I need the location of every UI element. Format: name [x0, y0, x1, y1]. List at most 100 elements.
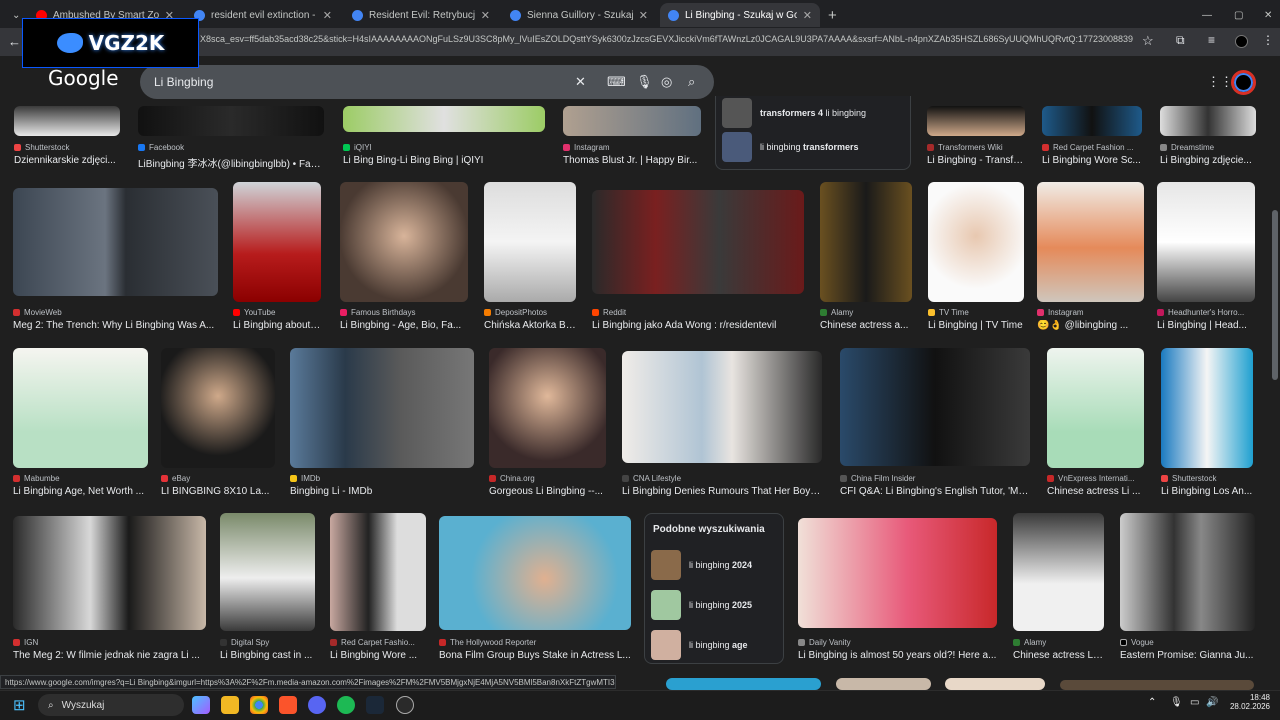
tab-3[interactable]: Resident Evil: Retrybucja - Szuk✕ [344, 3, 498, 27]
image-result[interactable]: Reddit Li Bingbing jako Ada Wong : r/resi… [592, 190, 804, 333]
image-result[interactable]: Digital Spy Li Bingbing cast in ... [220, 513, 315, 666]
image-result[interactable]: Instagram 😊👌 @libingbing ... [1037, 182, 1144, 333]
mic-icon[interactable]: 🎙 [1170, 697, 1183, 708]
image-result[interactable]: Instagram Thomas Blust Jr. | Happy Bir... [563, 106, 701, 166]
volume-icon[interactable]: 🔊 [1206, 697, 1218, 708]
tab-2[interactable]: resident evil extinction - Szukaj✕ [186, 3, 340, 27]
google-icon [668, 9, 679, 21]
image-result[interactable]: Vogue Eastern Promise: Gianna Ju... [1120, 513, 1255, 666]
close-icon[interactable]: ✕ [639, 9, 648, 22]
image-result[interactable]: Red Carpet Fashio... Li Bingbing Wore ... [330, 513, 426, 666]
lens-icon[interactable]: ◎ [661, 74, 672, 90]
clock[interactable]: 18:48 28.02.2026 [1228, 693, 1270, 711]
similar-search-item[interactable]: li bingbing 2024 [651, 550, 752, 580]
scrollbar-thumb[interactable] [1272, 210, 1278, 380]
site-favicon-icon [798, 639, 805, 646]
result-thumbnail[interactable] [836, 678, 931, 690]
site-favicon-icon [563, 144, 570, 151]
result-thumbnail [840, 348, 1030, 466]
result-thumbnail[interactable] [666, 678, 821, 690]
image-result[interactable]: The Hollywood Reporter Bona Film Group Bu… [439, 516, 631, 666]
site-favicon-icon [13, 309, 20, 316]
image-result[interactable]: Transformers Wiki Li Bingbing - Transfo..… [927, 106, 1025, 166]
close-icon[interactable]: ✕ [481, 9, 490, 22]
windows-start-icon[interactable]: ⊞ [13, 696, 26, 714]
tab-4[interactable]: Sienna Guillory - Szukaj w Goog✕ [502, 3, 656, 27]
spotify-icon[interactable] [337, 696, 355, 714]
tab-5-active[interactable]: Li Bingbing - Szukaj w Google✕ [660, 3, 820, 27]
clear-icon[interactable]: ✕ [575, 74, 586, 90]
image-result[interactable]: eBay LI BINGBING 8X10 La... [161, 348, 275, 498]
mic-icon[interactable]: 🎙 [636, 74, 653, 90]
related-search-item[interactable]: transformers 4 li bingbing [722, 98, 866, 128]
image-result[interactable]: China.org Gorgeous Li Bingbing --... [489, 348, 606, 498]
apps-grid-icon[interactable]: ⋮⋮ [1207, 74, 1233, 90]
back-icon[interactable]: ← [8, 34, 21, 49]
image-result[interactable]: Alamy Chinese actress Li ... [1013, 513, 1104, 666]
image-result[interactable]: Facebook LiBingbing 李冰冰(@libingbinglbb) •… [138, 106, 324, 170]
image-result[interactable]: Alamy Chinese actress a... [820, 182, 912, 333]
obs-icon[interactable] [396, 696, 414, 714]
image-result[interactable]: Red Carpet Fashion ... Li Bingbing Wore S… [1042, 106, 1142, 166]
image-result[interactable]: Daily Vanity Li Bingbing is almost 50 yea… [798, 518, 997, 666]
image-result[interactable]: Mabumbe Li Bingbing Age, Net Worth ... [13, 348, 148, 498]
file-explorer-icon[interactable] [221, 696, 239, 714]
site-favicon-icon [1042, 144, 1049, 151]
maximize-button[interactable]: ▢ [1226, 3, 1246, 27]
image-result[interactable]: Headhunter's Horro... Li Bingbing | Head.… [1157, 182, 1255, 333]
extensions-icon[interactable]: ⧉ [1176, 33, 1185, 48]
bird-logo-icon [56, 33, 83, 53]
avatar[interactable] [1231, 70, 1256, 95]
chrome-icon[interactable] [250, 696, 268, 714]
image-result[interactable]: China Film Insider CFI Q&A: Li Bingbing's… [840, 348, 1030, 498]
result-thumbnail[interactable] [945, 678, 1045, 690]
site-favicon-icon [233, 309, 240, 316]
image-result[interactable]: Dreamstime Li Bingbing zdjęcie... [1160, 106, 1256, 166]
chevron-up-icon[interactable]: ⌃ [1148, 697, 1156, 708]
close-icon[interactable]: ✕ [803, 9, 812, 22]
result-thumbnail [484, 182, 576, 302]
close-icon[interactable]: ✕ [323, 9, 332, 22]
network-icon[interactable]: ▭ [1190, 697, 1199, 708]
image-result[interactable]: TV Time Li Bingbing | TV Time [928, 182, 1024, 333]
image-result[interactable]: VnExpress Internati... Chinese actress Li… [1047, 348, 1144, 498]
image-result[interactable]: CNA Lifestyle Li Bingbing Denies Rumours … [622, 351, 822, 498]
result-thumbnail[interactable] [1060, 680, 1254, 690]
brave-icon[interactable] [279, 696, 297, 714]
site-favicon-icon [622, 475, 629, 482]
site-favicon-icon [1160, 144, 1167, 151]
google-icon [510, 9, 521, 21]
image-result[interactable]: Shutterstock Dziennikarskie zdjęci... [14, 106, 120, 166]
google-logo[interactable]: Google [48, 66, 119, 90]
menu-icon[interactable]: ⋮ [1262, 33, 1274, 47]
related-thumbnail [651, 630, 681, 660]
image-result[interactable]: MovieWeb Meg 2: The Trench: Why Li Bingbi… [13, 188, 218, 333]
image-result[interactable]: IGN The Meg 2: W filmie jednak nie zagra … [13, 516, 206, 666]
image-result[interactable]: Famous Birthdays Li Bingbing - Age, Bio, … [340, 182, 468, 333]
minimize-button[interactable]: — [1194, 3, 1214, 27]
new-tab-button[interactable]: + [820, 3, 840, 27]
tab-list-button[interactable]: ⌄ [4, 3, 24, 27]
search-icon[interactable]: ⌕ [688, 74, 695, 90]
copilot-icon[interactable] [192, 696, 210, 714]
site-favicon-icon [927, 144, 934, 151]
keyboard-icon[interactable]: ⌨ [607, 74, 626, 90]
search-input[interactable]: Li Bingbing [140, 65, 714, 99]
image-result[interactable]: IMDb Bingbing Li - IMDb [290, 348, 474, 498]
taskbar-search[interactable]: ⌕ Wyszukaj [38, 694, 184, 716]
image-result[interactable]: YouTube Li Bingbing about ... [233, 182, 321, 333]
similar-search-item[interactable]: li bingbing age [651, 630, 748, 660]
steam-icon[interactable] [366, 696, 384, 714]
discord-icon[interactable] [308, 696, 326, 714]
image-result[interactable]: Shutterstock Li Bingbing Los An... [1161, 348, 1253, 498]
related-search-item[interactable]: li bingbing transformers [722, 132, 859, 162]
address-bar[interactable]: X8sca_esv=ff5dab35acd38c25&stick=H4sIAAA… [200, 34, 1135, 44]
image-result[interactable]: iQIYI Li Bing Bing-Li Bing Bing | iQIYI [343, 106, 545, 166]
window-close-button[interactable]: ✕ [1256, 3, 1276, 27]
image-result[interactable]: DepositPhotos Chińska Aktorka Bi... [484, 182, 576, 333]
similar-search-item[interactable]: li bingbing 2025 [651, 590, 752, 620]
media-icon[interactable]: ≡ [1208, 33, 1215, 47]
profile-icon[interactable] [1235, 35, 1248, 48]
star-icon[interactable]: ☆ [1142, 33, 1154, 49]
close-icon: ✕ [1264, 9, 1273, 21]
